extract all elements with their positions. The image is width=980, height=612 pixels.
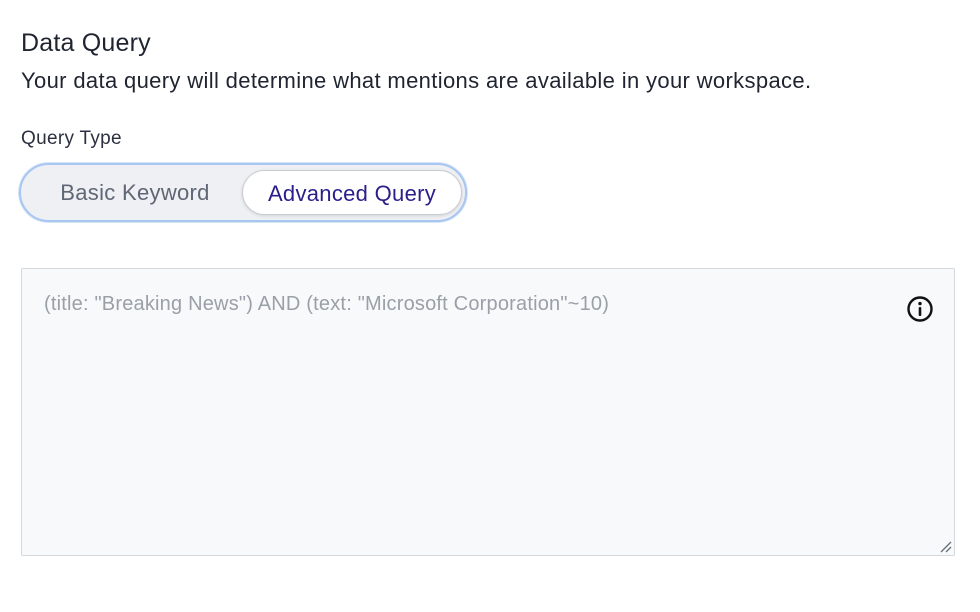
query-editor (21, 268, 955, 556)
section-title: Data Query (21, 29, 151, 57)
query-input[interactable] (22, 269, 954, 555)
query-type-toggle: Basic Keyword Advanced Query (19, 163, 467, 222)
query-type-label: Query Type (21, 128, 122, 149)
section-description: Your data query will determine what ment… (21, 68, 812, 93)
resize-handle-icon[interactable] (938, 539, 952, 553)
advanced-query-option[interactable]: Advanced Query (242, 170, 462, 215)
basic-keyword-option[interactable]: Basic Keyword (27, 170, 243, 215)
info-circle-icon[interactable] (906, 295, 934, 323)
data-query-section: Data Query Your data query will determin… (0, 0, 980, 612)
